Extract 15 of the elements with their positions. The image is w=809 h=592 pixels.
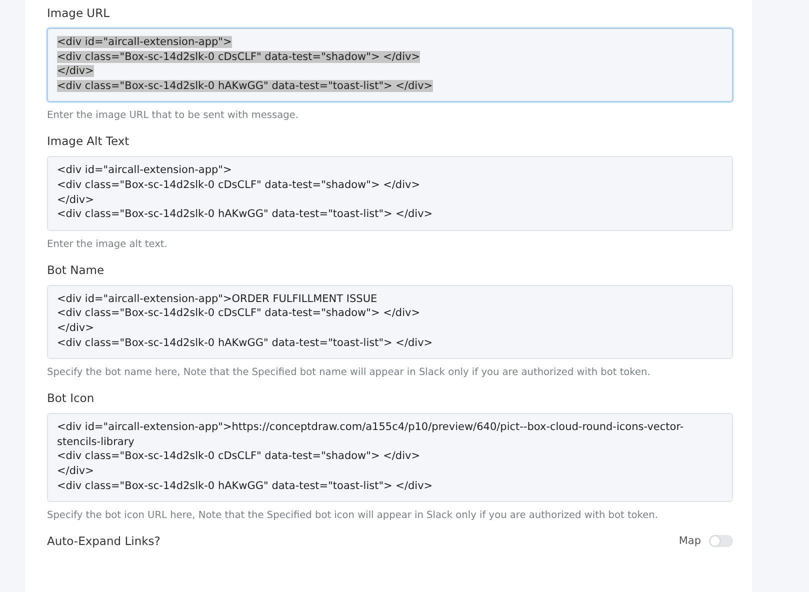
toggle-switch[interactable] [709,535,733,548]
help-text: Enter the image URL that to be sent with message. [47,110,300,122]
code-textarea[interactable]: <div id="aircall-extension-app">https://conceptdraw.com/a155c4/p10/preview/640/pict--box-cloud-round-icons-vector-stencils-library <div class="Box-sc-14d2slk-0 cDsCLF" data-test="shadow"> </div> </div> <div class="Box-sc-14d2slk-0 hAKwGG" data-test="toast-list"> </div> [47,413,733,502]
code-textarea[interactable]: <div id="aircall-extension-app"> <div class="Box-sc-14d2slk-0 cDsCLF" data-test="shadow"> </div> </div> <div class="Box-sc-14d2slk-0 hAKwGG" data-test="toast-list"> </div> [47,156,733,231]
field-label: Bot Name [47,262,106,277]
code-textarea[interactable]: <div id="aircall-extension-app"> <div class="Box-sc-14d2slk-0 cDsCLF" data-test="shadow"> </div> </div> <div class="Box-sc-14d2slk-0 hAKwGG" data-test="toast-list"> </div> [47,28,733,102]
toggle-state-label: Map [678,535,701,548]
code-textarea[interactable]: <div id="aircall-extension-app">ORDER FULFILLMENT ISSUE <div class="Box-sc-14d2slk-0 cDsCLF" data-test="shadow"> </div> </div> <div class="Box-sc-14d2slk-0 hAKwGG" data-test="toast-list"> </div> [47,284,733,360]
field-label: Image URL [47,6,110,20]
help-text: Enter the image alt text. [47,238,168,250]
help-text: Specify the bot name here, Note that the Specified bot name will appear in Slack only if you are authorized with bot token. [47,367,652,378]
toggle-label: Auto-Expand Links? [47,534,160,548]
field-label: Bot Icon [47,391,96,406]
help-text: Specify the bot icon URL here, Note that the Specified bot icon will appear in Slack only if you are authorized with bot token. [47,510,659,522]
field-label: Image Alt Text [47,134,130,148]
